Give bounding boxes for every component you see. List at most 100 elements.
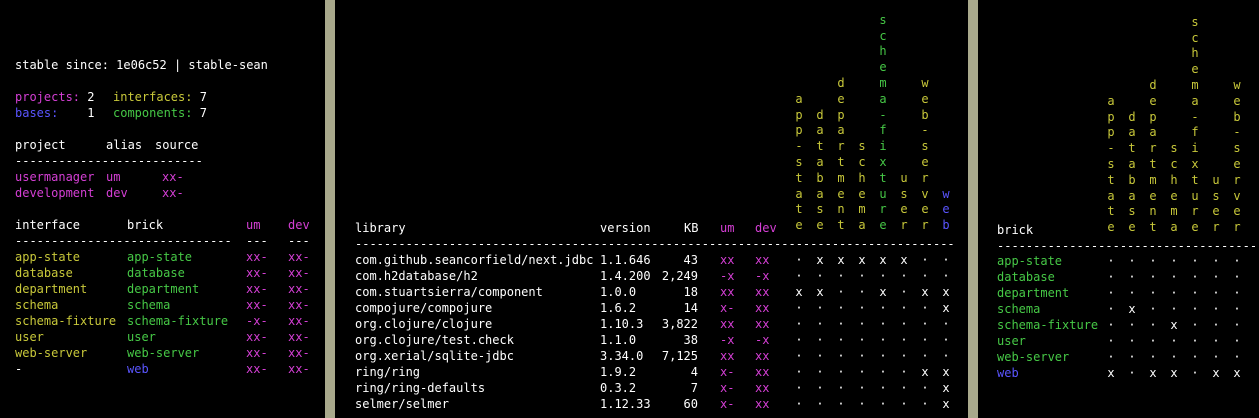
pane-divider-right[interactable]: [968, 0, 978, 418]
dep-mark: ·: [1170, 302, 1178, 316]
library-brick-mark: ·: [942, 269, 950, 283]
dep-col-header-web-server: w e b - s e r v e r: [1233, 78, 1241, 235]
library-brick-mark: ·: [816, 301, 824, 315]
libraries-header-version: version: [600, 221, 651, 235]
dep-mark: ·: [1233, 318, 1241, 332]
brick-status-um: -x-: [246, 314, 268, 328]
dep-mark: ·: [1149, 302, 1157, 316]
library-brick-mark: ·: [921, 381, 929, 395]
dep-mark: ·: [1191, 302, 1199, 316]
library-brick-mark: ·: [858, 301, 866, 315]
library-kb: 14: [683, 301, 698, 315]
brick-name: user: [127, 330, 156, 344]
dep-brick-name: department: [997, 286, 1070, 300]
pane-divider-left[interactable]: [325, 0, 335, 418]
lib-col-header-web-server: w e b - s e r v e r: [921, 76, 929, 233]
library-brick-mark: x: [921, 285, 929, 299]
interface-name: web-server: [15, 346, 88, 360]
library-name: ring/ring-defaults: [355, 381, 486, 395]
lib-col-header-web: w e b: [942, 186, 950, 233]
library-brick-mark: x: [879, 253, 887, 267]
library-status-um: x-: [720, 381, 735, 395]
dep-col-header-schema: s c h e m a: [1170, 141, 1178, 235]
library-brick-mark: ·: [858, 333, 866, 347]
library-brick-mark: ·: [795, 333, 803, 347]
library-name: com.h2database/h2: [355, 269, 478, 283]
library-kb: 60: [683, 397, 698, 411]
workspace-info-panel: stable since: 1e06c52 | stable-sean proj…: [0, 0, 325, 418]
dep-mark: ·: [1149, 318, 1157, 332]
library-name: org.clojure/clojure: [355, 317, 493, 331]
dep-mark: ·: [1149, 254, 1157, 268]
dep-mark: ·: [1128, 350, 1136, 364]
dep-mark: ·: [1212, 286, 1220, 300]
library-version: 1.10.3: [600, 317, 644, 331]
library-brick-mark: x: [900, 253, 908, 267]
dep-mark: ·: [1128, 334, 1136, 348]
dep-mark: ·: [1191, 254, 1199, 268]
brick-status-um: xx-: [246, 266, 268, 280]
interfaces-header-um: um: [246, 218, 261, 232]
library-brick-mark: ·: [921, 333, 929, 347]
library-brick-mark: x: [858, 253, 866, 267]
library-brick-mark: ·: [837, 365, 845, 379]
library-version: 1.9.2: [600, 365, 637, 379]
dep-mark: x: [1212, 366, 1220, 380]
dep-mark: ·: [1107, 334, 1115, 348]
library-version: 1.1.646: [600, 253, 651, 267]
library-brick-mark: ·: [795, 301, 803, 315]
deps-header-brick: brick: [997, 223, 1034, 237]
brick-status-um: xx-: [246, 298, 268, 312]
library-brick-mark: ·: [816, 317, 824, 331]
library-version: 1.1.0: [600, 333, 637, 347]
library-brick-mark: ·: [942, 253, 950, 267]
projects-header-alias: alias: [106, 138, 143, 152]
dep-mark: ·: [1149, 334, 1157, 348]
brick-name: web: [127, 362, 149, 376]
dep-brick-name: database: [997, 270, 1055, 284]
library-name: com.github.seancorfield/next.jdbc: [355, 253, 594, 267]
dep-mark: ·: [1128, 286, 1136, 300]
dep-mark: x: [1107, 366, 1115, 380]
library-brick-mark: x: [795, 285, 803, 299]
bases-value: 1: [87, 106, 95, 120]
library-brick-mark: ·: [858, 317, 866, 331]
library-status-dev: xx: [755, 285, 770, 299]
library-name: com.stuartsierra/component: [355, 285, 543, 299]
dep-mark: ·: [1107, 286, 1115, 300]
dep-mark: ·: [1212, 350, 1220, 364]
library-brick-mark: x: [942, 301, 950, 315]
library-kb: 18: [683, 285, 698, 299]
project-name: usermanager: [15, 170, 95, 184]
stable-since-line: stable since: 1e06c52 | stable-sean: [15, 57, 268, 73]
brick-status-um: xx-: [246, 250, 268, 264]
brick-name: database: [127, 266, 185, 280]
libraries-header-kb: KB: [684, 221, 699, 235]
project-source: xx-: [162, 170, 184, 184]
libraries-header-library: library: [355, 221, 406, 235]
dep-mark: ·: [1128, 254, 1136, 268]
library-brick-mark: ·: [942, 317, 950, 331]
library-brick-mark: ·: [795, 253, 803, 267]
library-brick-mark: ·: [816, 269, 824, 283]
interfaces-value: 7: [199, 90, 207, 104]
libraries-header-dev: dev: [755, 221, 777, 235]
components-value: 7: [199, 106, 207, 120]
interfaces-label: interfaces:: [113, 90, 193, 104]
library-status-um: x-: [720, 365, 735, 379]
interface-name: user: [15, 330, 44, 344]
project-alias: dev: [106, 186, 128, 200]
library-brick-mark: ·: [879, 397, 887, 411]
dep-col-header-department: d e p a r t m e n t: [1149, 78, 1157, 235]
dep-brick-name: web: [997, 366, 1019, 380]
library-brick-mark: ·: [795, 381, 803, 395]
library-brick-mark: x: [879, 285, 887, 299]
dep-mark: ·: [1107, 302, 1115, 316]
library-brick-mark: ·: [837, 317, 845, 331]
project-name: development: [15, 186, 95, 200]
library-brick-mark: ·: [858, 285, 866, 299]
components-label: components:: [113, 106, 193, 120]
dep-mark: ·: [1149, 286, 1157, 300]
library-brick-mark: ·: [879, 301, 887, 315]
library-brick-mark: ·: [837, 301, 845, 315]
